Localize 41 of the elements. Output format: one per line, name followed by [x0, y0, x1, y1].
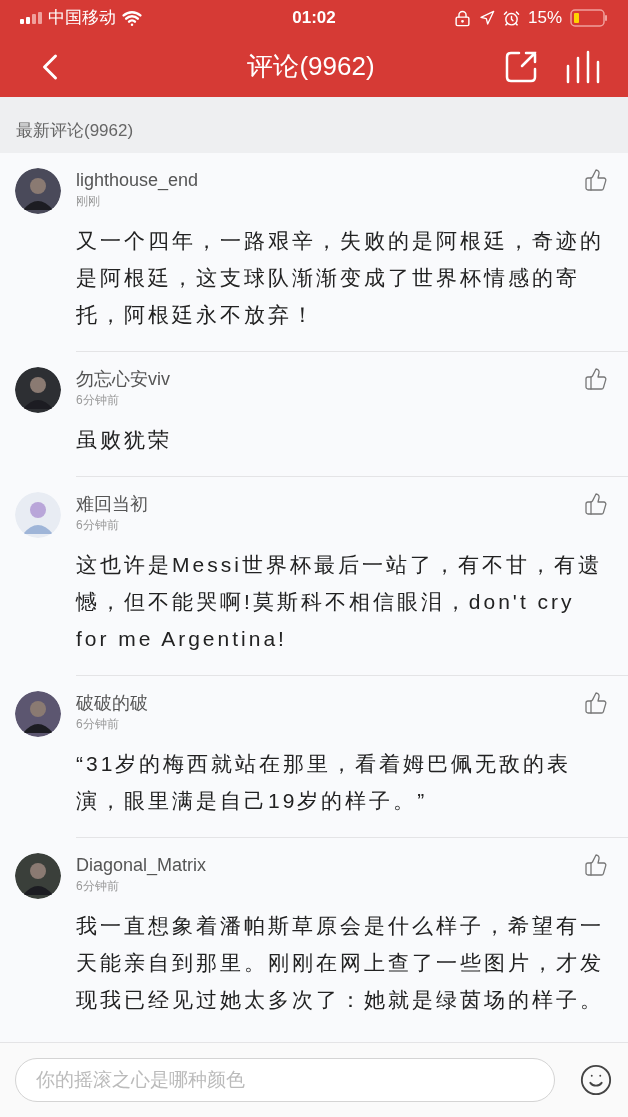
comment-text: 我一直想象着潘帕斯草原会是什么样子，希望有一天能亲自到那里。刚刚在网上查了一些图片，才发现我已经见过她太多次了：她就是绿茵场的样子。: [76, 913, 605, 1013]
page-title: 评论(9962): [246, 50, 376, 83]
avatar[interactable]: [15, 367, 61, 413]
section-title: 最新评论(9962): [16, 119, 134, 142]
comment-time: 6分钟前: [76, 716, 120, 733]
avatar[interactable]: [15, 168, 61, 214]
signal-icon: [20, 12, 42, 24]
comment-text: 又一个四年，一路艰辛，失败的是阿根廷，奇迹的是阿根廷，这支球队渐渐变成了世界杯情感的寄托，阿根廷永不放弃！: [76, 228, 605, 328]
user-name[interactable]: 勿忘心安viv: [76, 367, 170, 391]
avatar[interactable]: [15, 853, 61, 899]
like-icon[interactable]: [584, 367, 608, 391]
like-icon[interactable]: [584, 691, 608, 715]
like-icon[interactable]: [584, 853, 608, 877]
comment-time: 6分钟前: [76, 878, 120, 895]
like-icon[interactable]: [584, 168, 608, 192]
alarm-icon: [502, 9, 520, 27]
chart-button[interactable]: [566, 49, 600, 84]
wifi-icon: [122, 8, 142, 28]
user-name[interactable]: 破破的破: [76, 691, 148, 715]
comment-text: “31岁的梅西就站在那里，看着姆巴佩无敌的表演，眼里满是自己19岁的样子。”: [76, 751, 573, 814]
user-name[interactable]: lighthouse_end: [76, 168, 199, 192]
lock-icon: [453, 9, 471, 27]
clock-time: 01:02: [291, 7, 337, 30]
bar-chart-icon: [566, 49, 600, 84]
comment-input[interactable]: 你的摇滚之心是哪种颜色: [15, 1058, 555, 1102]
comment-time: 6分钟前: [76, 517, 120, 534]
emoji-icon[interactable]: [579, 1063, 613, 1097]
share-button[interactable]: [504, 49, 538, 84]
battery-icon: [570, 9, 608, 27]
user-name[interactable]: 难回当初: [76, 492, 148, 516]
user-name[interactable]: Diagonal_Matrix: [76, 853, 207, 877]
comment-time: 刚刚: [76, 193, 101, 210]
comment-time: 6分钟前: [76, 392, 120, 409]
share-icon: [504, 49, 538, 84]
avatar[interactable]: [15, 691, 61, 737]
carrier-name: 中国移动: [48, 7, 116, 30]
comment-text: 这也许是Messi世界杯最后一站了，有不甘，有遗憾，但不能哭啊!莫斯科不相信眼泪，don't cry for me Argentina!: [76, 552, 603, 652]
like-icon[interactable]: [584, 492, 608, 516]
location-icon: [478, 10, 495, 26]
battery-percent: 15%: [527, 7, 562, 30]
comment-text: 虽败犹荣: [76, 427, 173, 453]
